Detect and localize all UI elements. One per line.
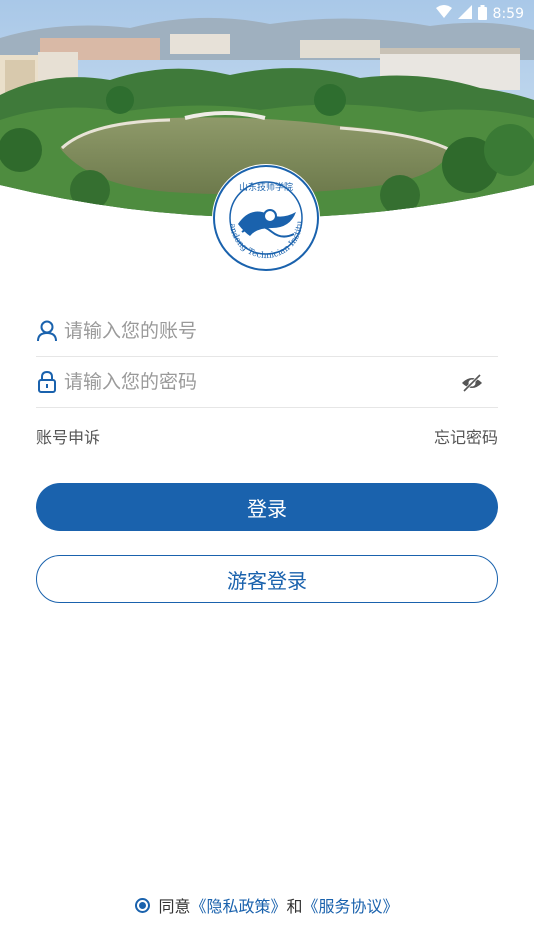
privacy-policy-link[interactable]: 《隐私政策》 [190, 893, 286, 917]
password-field [36, 357, 498, 408]
battery-icon [477, 4, 487, 24]
lock-icon [36, 370, 58, 394]
service-agreement-link[interactable]: 《服务协议》 [303, 893, 399, 917]
password-input[interactable] [64, 362, 498, 402]
account-input[interactable] [64, 311, 498, 351]
hide-password-icon[interactable] [460, 371, 484, 395]
login-form: 账号申诉 忘记密码 [36, 306, 498, 448]
status-time: 8:59 [492, 6, 524, 22]
agree-and: 和 [286, 897, 303, 916]
radio-dot-icon [139, 901, 147, 909]
user-icon [36, 319, 58, 343]
account-appeal-link[interactable]: 账号申诉 [36, 424, 100, 448]
institute-logo: Shandong Technician Institute 山东技师学院 [207, 155, 322, 274]
agree-prefix: 同意 [158, 897, 191, 916]
login-button[interactable]: 登录 [36, 483, 498, 531]
status-bar: 8:59 [435, 4, 524, 24]
agreement-row: 同意 《隐私政策》 和 《服务协议》 [0, 893, 534, 917]
logo-top-text: 山东技师学院 [239, 181, 293, 193]
agree-radio[interactable] [135, 897, 151, 913]
signal-icon [457, 5, 472, 23]
wifi-icon [435, 5, 452, 23]
account-field [36, 306, 498, 357]
forgot-password-link[interactable]: 忘记密码 [434, 424, 498, 448]
guest-login-button[interactable]: 游客登录 [36, 555, 498, 603]
auxiliary-links: 账号申诉 忘记密码 [36, 424, 498, 448]
